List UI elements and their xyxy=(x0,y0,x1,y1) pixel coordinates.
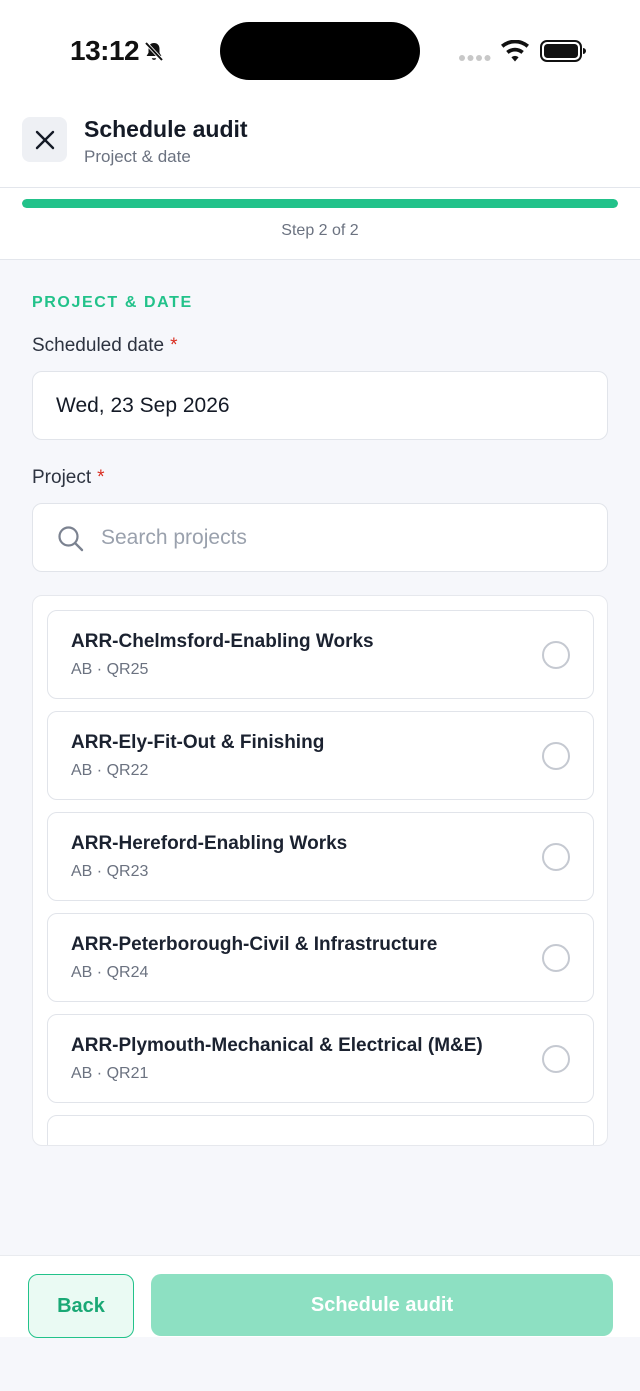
wifi-icon xyxy=(501,40,529,62)
project-name: ARR-Hereford-Enabling Works xyxy=(71,833,348,854)
scheduled-date-field[interactable]: Wed, 23 Sep 2026 xyxy=(32,371,608,440)
progress-bar xyxy=(22,199,618,208)
project-radio[interactable] xyxy=(542,641,570,669)
project-list: ARR-Chelmsford-Enabling Works AB · QR25 … xyxy=(32,595,608,1146)
required-marker: * xyxy=(97,467,105,488)
project-meta: AB · QR22 xyxy=(71,762,149,779)
battery-icon xyxy=(540,40,586,62)
app-header: Schedule audit Project & date xyxy=(0,100,640,188)
project-item[interactable]: ARR-Peterborough-Civil & Infrastructure … xyxy=(47,913,594,1002)
schedule-audit-button[interactable]: Schedule audit xyxy=(151,1274,613,1336)
project-name: ARR-Chelmsford-Enabling Works xyxy=(71,631,374,652)
search-input[interactable] xyxy=(101,505,581,570)
project-meta: AB · QR21 xyxy=(71,1065,149,1082)
project-item[interactable]: ARR-Ely-Fit-Out & Finishing AB · QR22 xyxy=(47,711,594,800)
date-field-label: Scheduled date * xyxy=(32,335,177,357)
progress-section: Step 2 of 2 xyxy=(0,188,640,260)
project-label-text: Project xyxy=(32,467,92,488)
bell-slash-icon xyxy=(144,41,164,62)
footer-actions: Back Schedule audit xyxy=(0,1255,640,1338)
project-item[interactable]: ARR-Plymouth-Mechanical & Electrical (M&… xyxy=(47,1014,594,1103)
project-item-partial[interactable] xyxy=(47,1115,594,1145)
required-marker: * xyxy=(170,335,178,356)
section-title: PROJECT & DATE xyxy=(32,294,193,311)
project-item[interactable]: ARR-Hereford-Enabling Works AB · QR23 xyxy=(47,812,594,901)
close-button[interactable] xyxy=(22,117,67,162)
project-meta: AB · QR23 xyxy=(71,863,149,880)
project-name: ARR-Plymouth-Mechanical & Electrical (M&… xyxy=(71,1035,483,1056)
date-label-text: Scheduled date xyxy=(32,335,165,356)
signal-icon xyxy=(459,55,491,61)
back-button[interactable]: Back xyxy=(28,1274,134,1338)
search-icon xyxy=(58,526,84,552)
project-search-box xyxy=(32,503,608,572)
project-field-label: Project * xyxy=(32,467,105,489)
project-meta: AB · QR25 xyxy=(71,661,149,678)
progress-fill xyxy=(22,199,618,208)
project-radio[interactable] xyxy=(542,742,570,770)
status-time: 13:12 xyxy=(70,35,140,66)
project-meta: AB · QR24 xyxy=(71,964,149,981)
page-title: Schedule audit xyxy=(84,116,248,142)
project-name: ARR-Ely-Fit-Out & Finishing xyxy=(71,732,325,753)
project-radio[interactable] xyxy=(542,1045,570,1073)
page-subtitle: Project & date xyxy=(84,147,191,166)
project-radio[interactable] xyxy=(542,843,570,871)
status-bar: 13:12 xyxy=(0,0,640,100)
project-radio[interactable] xyxy=(542,944,570,972)
step-indicator: Step 2 of 2 xyxy=(281,222,359,239)
project-item[interactable]: ARR-Chelmsford-Enabling Works AB · QR25 xyxy=(47,610,594,699)
dynamic-island xyxy=(220,22,420,80)
project-name: ARR-Peterborough-Civil & Infrastructure xyxy=(71,934,438,955)
close-icon xyxy=(35,130,54,149)
